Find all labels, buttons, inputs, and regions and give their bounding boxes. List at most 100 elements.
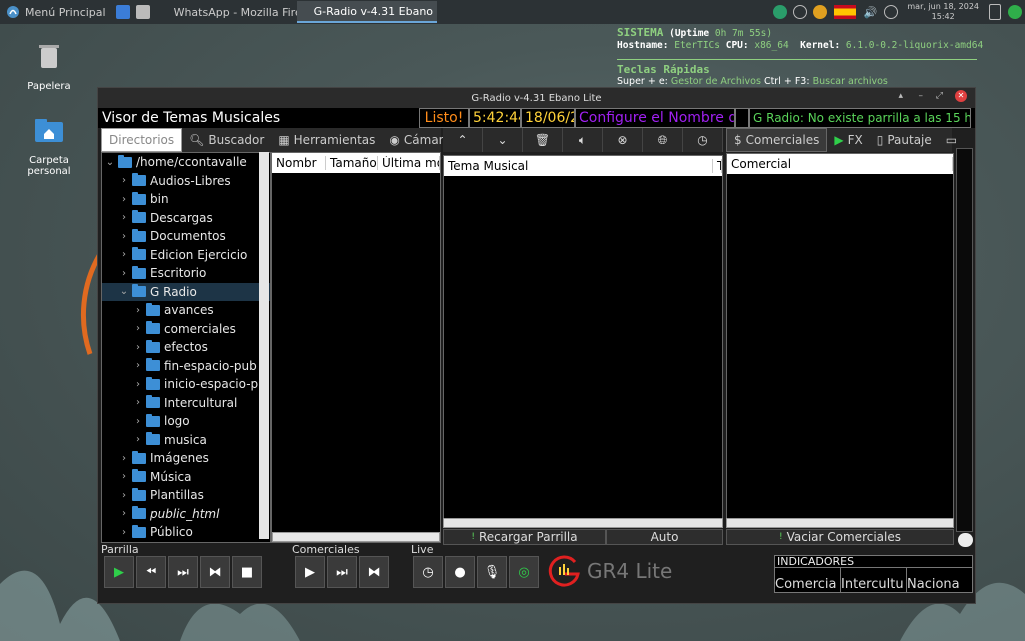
- volume-icon[interactable]: 🔊: [864, 6, 878, 19]
- tab-directorios[interactable]: Directorios: [101, 128, 183, 152]
- commercials-hscrollbar[interactable]: [726, 518, 954, 528]
- playlist[interactable]: Tema Musical T: [443, 155, 723, 522]
- commercials-list[interactable]: Comercial: [726, 153, 954, 527]
- settings-icon[interactable]: [792, 5, 807, 19]
- desktop-home-folder[interactable]: Carpeta personal: [14, 114, 84, 177]
- tree-item[interactable]: ⌄ /home/ccontavalle: [102, 153, 270, 172]
- live-mic-button[interactable]: 🎙︎: [477, 556, 507, 588]
- main-menu-button[interactable]: Menú Principal: [0, 0, 112, 24]
- volume-button[interactable]: 🔈︎: [563, 128, 603, 152]
- playlist-hscrollbar[interactable]: [443, 518, 723, 528]
- chevron-right-icon[interactable]: ›: [132, 342, 144, 353]
- chevron-right-icon[interactable]: ›: [132, 397, 144, 408]
- tab-fx[interactable]: ▶ FX: [827, 128, 869, 152]
- col-size[interactable]: Tamaño: [326, 156, 378, 170]
- live-clock-button[interactable]: ◷: [413, 556, 443, 588]
- window-maximize-icon[interactable]: ⤢: [936, 91, 943, 101]
- move-down-button[interactable]: ⌄: [483, 128, 523, 152]
- window-shade-icon[interactable]: ▴: [898, 91, 903, 101]
- tab-comerciales[interactable]: $ Comerciales: [726, 128, 828, 152]
- clock-button[interactable]: ◷: [683, 128, 723, 152]
- col-t[interactable]: T: [713, 159, 722, 173]
- tree-item[interactable]: › logo: [102, 412, 270, 431]
- show-desktop-icon[interactable]: [115, 5, 130, 19]
- directory-tree[interactable]: ⌄ /home/ccontavalle › Audios-Libres › bin › Des…: [101, 152, 271, 543]
- tree-item[interactable]: › Imágenes: [102, 449, 270, 468]
- chevron-right-icon[interactable]: ›: [118, 508, 130, 519]
- tree-item[interactable]: › inicio-espacio-pu: [102, 375, 270, 394]
- power-icon[interactable]: [884, 5, 899, 19]
- tab-herramientas[interactable]: ▦ Herramientas: [271, 128, 382, 152]
- chevron-right-icon[interactable]: ›: [132, 416, 144, 427]
- chevron-right-icon[interactable]: ›: [118, 231, 130, 242]
- chevron-right-icon[interactable]: ›: [118, 453, 130, 464]
- tree-item[interactable]: › Documentos: [102, 227, 270, 246]
- tab-buscador[interactable]: 🔍︎ Buscador: [182, 128, 271, 152]
- web-button[interactable]: 🌐︎: [643, 128, 683, 152]
- tree-item[interactable]: › Intercultural: [102, 394, 270, 413]
- tree-item[interactable]: › Música: [102, 468, 270, 487]
- delete-button[interactable]: 🗑︎: [523, 128, 563, 152]
- tree-item[interactable]: › Plantillas: [102, 486, 270, 505]
- tree-item[interactable]: › musica: [102, 431, 270, 450]
- chevron-down-icon[interactable]: ⌄: [104, 157, 116, 168]
- clock[interactable]: mar, jun 18, 2024 15:42: [901, 2, 985, 22]
- comerciales-play-button[interactable]: ▶: [295, 556, 325, 588]
- live-record-button[interactable]: ●: [445, 556, 475, 588]
- tree-item[interactable]: ⌄ G Radio: [102, 282, 270, 301]
- chevron-right-icon[interactable]: ›: [118, 490, 130, 501]
- chevron-right-icon[interactable]: ›: [118, 175, 130, 186]
- task-gradio[interactable]: G-Radio v-4.31 Ebano L...: [296, 1, 437, 23]
- col-modified[interactable]: Última mo: [378, 156, 440, 170]
- vu-toggle[interactable]: [958, 533, 973, 547]
- move-up-button[interactable]: ⌃: [443, 128, 483, 152]
- chevron-right-icon[interactable]: ›: [118, 249, 130, 260]
- update-icon[interactable]: [812, 5, 827, 19]
- chevron-down-icon[interactable]: ⌄: [118, 286, 130, 297]
- network-icon[interactable]: [772, 5, 787, 19]
- chevron-right-icon[interactable]: ›: [132, 305, 144, 316]
- file-list[interactable]: Nombr Tamaño Última mo: [271, 152, 441, 543]
- tree-item[interactable]: › Público: [102, 523, 270, 542]
- parrilla-next-button[interactable]: ⏭︎: [168, 556, 198, 588]
- tree-item[interactable]: › comerciales: [102, 320, 270, 339]
- clipboard-icon[interactable]: [989, 4, 1001, 20]
- task-whatsapp[interactable]: WhatsApp - Mozilla Fire...: [157, 1, 297, 23]
- chevron-right-icon[interactable]: ›: [118, 212, 130, 223]
- tree-scrollbar[interactable]: [259, 152, 269, 539]
- tree-item[interactable]: › Descargas: [102, 209, 270, 228]
- chevron-right-icon[interactable]: ›: [118, 527, 130, 538]
- window-close-icon[interactable]: ✕: [955, 90, 967, 102]
- chevron-right-icon[interactable]: ›: [132, 379, 144, 390]
- tree-item[interactable]: › Edicion Ejercicio: [102, 246, 270, 265]
- tree-item[interactable]: › Audios-Libres: [102, 172, 270, 191]
- chevron-right-icon[interactable]: ›: [118, 268, 130, 279]
- chevron-right-icon[interactable]: ›: [132, 434, 144, 445]
- tab-pautaje[interactable]: ▯ Pautaje: [870, 128, 939, 152]
- col-name[interactable]: Nombr: [272, 156, 326, 170]
- tree-item[interactable]: › bin: [102, 190, 270, 209]
- chevron-right-icon[interactable]: ›: [132, 360, 144, 371]
- live-on-air-button[interactable]: ◎: [509, 556, 539, 588]
- window-minimize-icon[interactable]: –: [919, 91, 924, 101]
- google-icon[interactable]: [1008, 5, 1022, 19]
- desktop-trash[interactable]: Papelera: [14, 40, 84, 92]
- comerciales-next-button[interactable]: ⏭︎: [327, 556, 357, 588]
- parrilla-stop-button[interactable]: ■: [232, 556, 262, 588]
- tree-item[interactable]: › public_html: [102, 505, 270, 524]
- col-tema-musical[interactable]: Tema Musical: [444, 159, 713, 173]
- clear-button[interactable]: ⊗: [603, 128, 643, 152]
- auto-button[interactable]: Auto: [606, 529, 723, 545]
- tree-item[interactable]: › fin-espacio-pub: [102, 357, 270, 376]
- col-comercial[interactable]: Comercial: [727, 157, 953, 171]
- reload-button[interactable]: ! Recargar Parrilla: [443, 529, 606, 545]
- window-titlebar[interactable]: G-Radio v-4.31 Ebano Lite ▴ – ⤢ ✕: [98, 88, 975, 108]
- keyboard-layout-flag-icon[interactable]: [833, 5, 856, 19]
- file-manager-icon[interactable]: [135, 5, 150, 19]
- file-list-hscrollbar[interactable]: [272, 532, 440, 542]
- parrilla-play-button[interactable]: ▶: [104, 556, 134, 588]
- tree-item[interactable]: › Escritorio: [102, 264, 270, 283]
- empty-commercials-button[interactable]: ! Vaciar Comerciales: [726, 529, 954, 545]
- tree-item[interactable]: › efectos: [102, 338, 270, 357]
- parrilla-rewind-button[interactable]: ⏪︎: [136, 556, 166, 588]
